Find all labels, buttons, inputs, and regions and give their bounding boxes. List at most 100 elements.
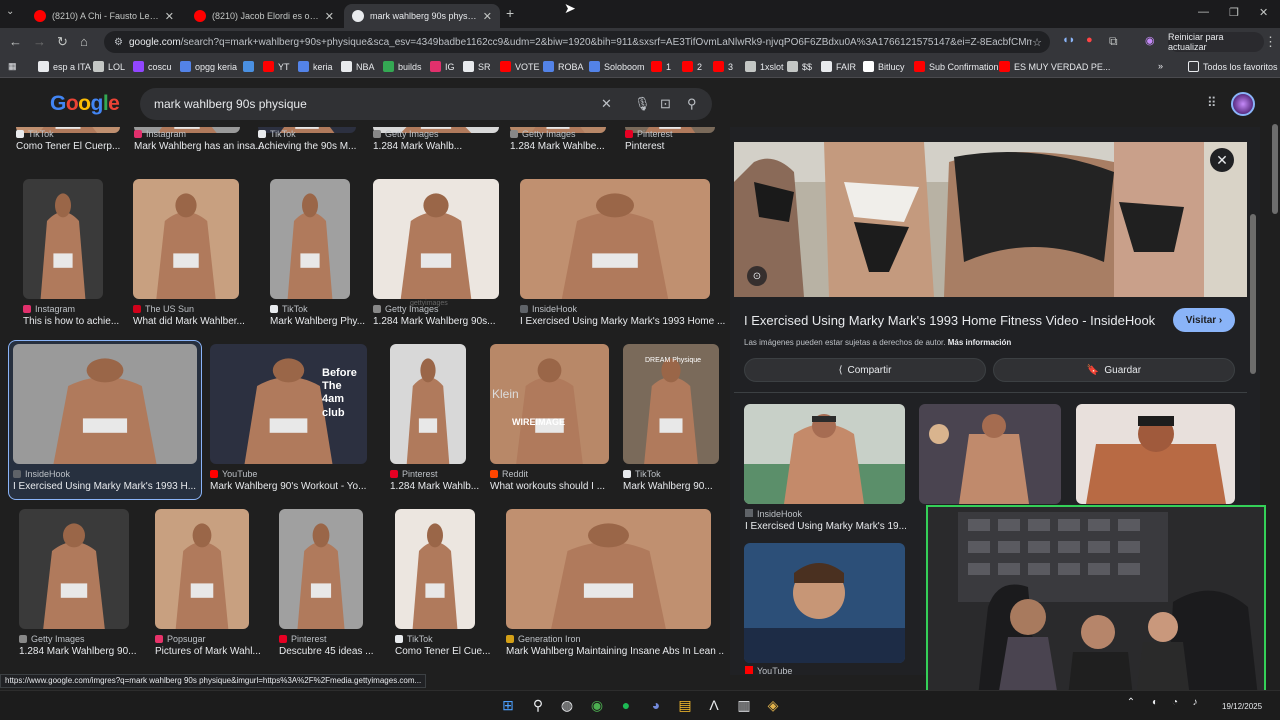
tab-search-button[interactable]: ⌄ (6, 6, 14, 17)
extension-icon[interactable]: ● (1086, 34, 1093, 46)
home-icon[interactable]: ⌂ (80, 34, 88, 49)
result-thumbnail[interactable] (373, 179, 499, 299)
google-logo[interactable]: Google (50, 92, 120, 116)
bookmark-item[interactable]: SR (463, 61, 491, 72)
bookmark-item[interactable]: ROBA (543, 61, 584, 72)
bookmark-item[interactable]: Sub Confirmation (914, 61, 999, 72)
bookmark-item[interactable]: keria (298, 61, 333, 72)
result-title[interactable]: Descubre 45 ideas ... (279, 646, 393, 657)
minimize-icon[interactable]: — (1198, 6, 1209, 18)
reload-icon[interactable]: ↻ (57, 34, 68, 50)
result-thumbnail[interactable] (133, 179, 239, 299)
result-thumbnail[interactable] (395, 509, 475, 629)
search-icon[interactable]: ⚲ (687, 96, 697, 112)
visit-button[interactable]: Visitar › (1173, 308, 1235, 332)
bookmark-item[interactable]: YT (263, 61, 290, 72)
bookmark-item[interactable] (243, 61, 258, 72)
close-tab-icon[interactable]: ✕ (483, 10, 492, 23)
taskbar-app-icon[interactable]: ◍ (558, 697, 576, 714)
site-info-icon[interactable]: ⚙ (114, 37, 123, 48)
tab-google-search[interactable]: mark wahlberg 90s physique - Bu ✕ (344, 4, 500, 28)
close-preview-button[interactable]: ✕ (1210, 148, 1234, 172)
bookmark-item[interactable]: builds (383, 61, 422, 72)
close-window-icon[interactable]: ✕ (1259, 6, 1268, 19)
all-favorites-folder[interactable]: Todos los favoritos (1188, 61, 1278, 72)
bookmark-item[interactable]: esp a ITA (38, 61, 91, 72)
result-title[interactable]: Achieving the 90s M... (258, 141, 386, 152)
profile-icon[interactable]: ◉ (1145, 34, 1155, 47)
notes-icon[interactable]: ▤ (676, 697, 694, 714)
related-image[interactable] (744, 404, 905, 504)
related-image[interactable] (744, 543, 905, 663)
tab-youtube-1[interactable]: (8210) A Chi - Fausto Leali - Yo ✕ (26, 4, 182, 28)
result-thumbnail[interactable] (490, 344, 609, 464)
result-title[interactable]: Mark Wahlberg 90... (623, 481, 725, 492)
related-image[interactable] (919, 404, 1061, 504)
bookmark-item[interactable]: FAIR (821, 61, 856, 72)
bookmark-item[interactable]: IG (430, 61, 455, 72)
result-thumbnail[interactable] (13, 344, 197, 464)
network-icon[interactable]: ◔ (1166, 697, 1184, 708)
taskbar-app-icon[interactable]: ▥ (735, 697, 753, 714)
new-tab-button[interactable]: + (506, 5, 514, 21)
adobe-icon[interactable]: Λ (705, 697, 723, 713)
address-bar[interactable]: ⚙ google.com/search?q=mark+wahlberg+90s+… (104, 31, 1050, 53)
result-title[interactable]: Pictures of Mark Wahl... (155, 646, 279, 657)
save-button[interactable]: 🔖 Guardar (993, 358, 1235, 382)
spotify-icon[interactable]: ● (617, 697, 635, 713)
result-thumbnail[interactable] (270, 179, 350, 299)
result-title[interactable]: I Exercised Using Marky Mark's 1993 H... (13, 481, 227, 492)
related-image[interactable] (1076, 404, 1235, 504)
bookmark-item[interactable]: ES MUY VERDAD PE... (999, 61, 1110, 72)
menu-icon[interactable]: ⋮ (1264, 34, 1277, 50)
result-thumbnail[interactable] (155, 509, 249, 629)
discord-icon[interactable]: ◕ (647, 697, 665, 713)
google-apps-icon[interactable]: ⠿ (1207, 95, 1217, 111)
bookmark-item[interactable]: 2 (682, 61, 702, 72)
result-thumbnail[interactable] (23, 179, 103, 299)
result-title[interactable]: 1.284 Mark Wahlberg 90... (19, 646, 159, 657)
forward-icon[interactable]: → (33, 34, 46, 49)
search-input[interactable]: mark wahlberg 90s physique (140, 88, 712, 120)
windows-start-icon[interactable]: ⊞ (499, 697, 517, 714)
lens-visual-search-icon[interactable]: ⊙ (747, 266, 767, 286)
chrome-icon[interactable]: ◉ (588, 697, 606, 714)
result-thumbnail[interactable] (19, 509, 129, 629)
bookmark-item[interactable]: 1xslot (745, 61, 784, 72)
close-tab-icon[interactable]: ✕ (325, 10, 334, 23)
result-thumbnail[interactable] (506, 509, 711, 629)
update-button[interactable]: Reiniciar para actualizar (1168, 32, 1264, 52)
result-title[interactable]: What did Mark Wahlber... (133, 316, 269, 327)
result-thumbnail[interactable] (520, 179, 710, 299)
result-title[interactable]: Mark Wahlberg 90's Workout - Yo... (210, 481, 397, 492)
result-title[interactable]: Mark Wahlberg Maintaining Insane Abs In … (506, 646, 725, 657)
bookmark-item[interactable]: NBA (341, 61, 375, 72)
tray-icon[interactable]: ◐ (1146, 697, 1164, 708)
bookmark-item[interactable]: 1 (651, 61, 671, 72)
preview-image[interactable] (734, 142, 1247, 297)
bookmark-item[interactable]: LOL (93, 61, 125, 72)
bookmark-item[interactable]: Soloboom (589, 61, 645, 72)
bookmark-item[interactable]: Bitlucy (863, 61, 905, 72)
bookmark-item[interactable]: opgg keria (180, 61, 237, 72)
bookmark-item[interactable]: coscu (133, 61, 172, 72)
result-thumbnail[interactable] (390, 344, 466, 464)
result-title[interactable]: 1.284 Mark Wahlb... (390, 481, 496, 492)
result-title[interactable]: What workouts should I ... (490, 481, 639, 492)
result-title[interactable]: Como Tener El Cue... (395, 646, 505, 657)
volume-icon[interactable]: ♪ (1186, 697, 1204, 708)
bookmark-item[interactable]: 3 (713, 61, 733, 72)
extension-icon[interactable]: ◖◗ (1062, 34, 1075, 46)
voice-search-icon[interactable]: 🎙 (634, 96, 651, 112)
account-avatar[interactable] (1231, 92, 1255, 116)
result-title[interactable]: Como Tener El Cuerp... (16, 141, 150, 152)
bookmark-item[interactable]: $$ (787, 61, 812, 72)
bookmark-star-icon[interactable]: ☆ (1032, 36, 1042, 49)
related-title[interactable]: I Exercised Using Marky Mark's 19... (745, 521, 907, 532)
extensions-puzzle-icon[interactable]: ⧉ (1109, 34, 1118, 49)
close-tab-icon[interactable]: ✕ (165, 10, 174, 23)
result-title[interactable]: 1.284 Mark Wahlberg 90s... (373, 316, 529, 327)
result-title[interactable]: 1.284 Mark Wahlbe... (510, 141, 636, 152)
taskbar-app-icon[interactable]: ◈ (764, 697, 782, 714)
tab-youtube-2[interactable]: (8210) Jacob Elordi es ovacionad ✕ (186, 4, 342, 28)
